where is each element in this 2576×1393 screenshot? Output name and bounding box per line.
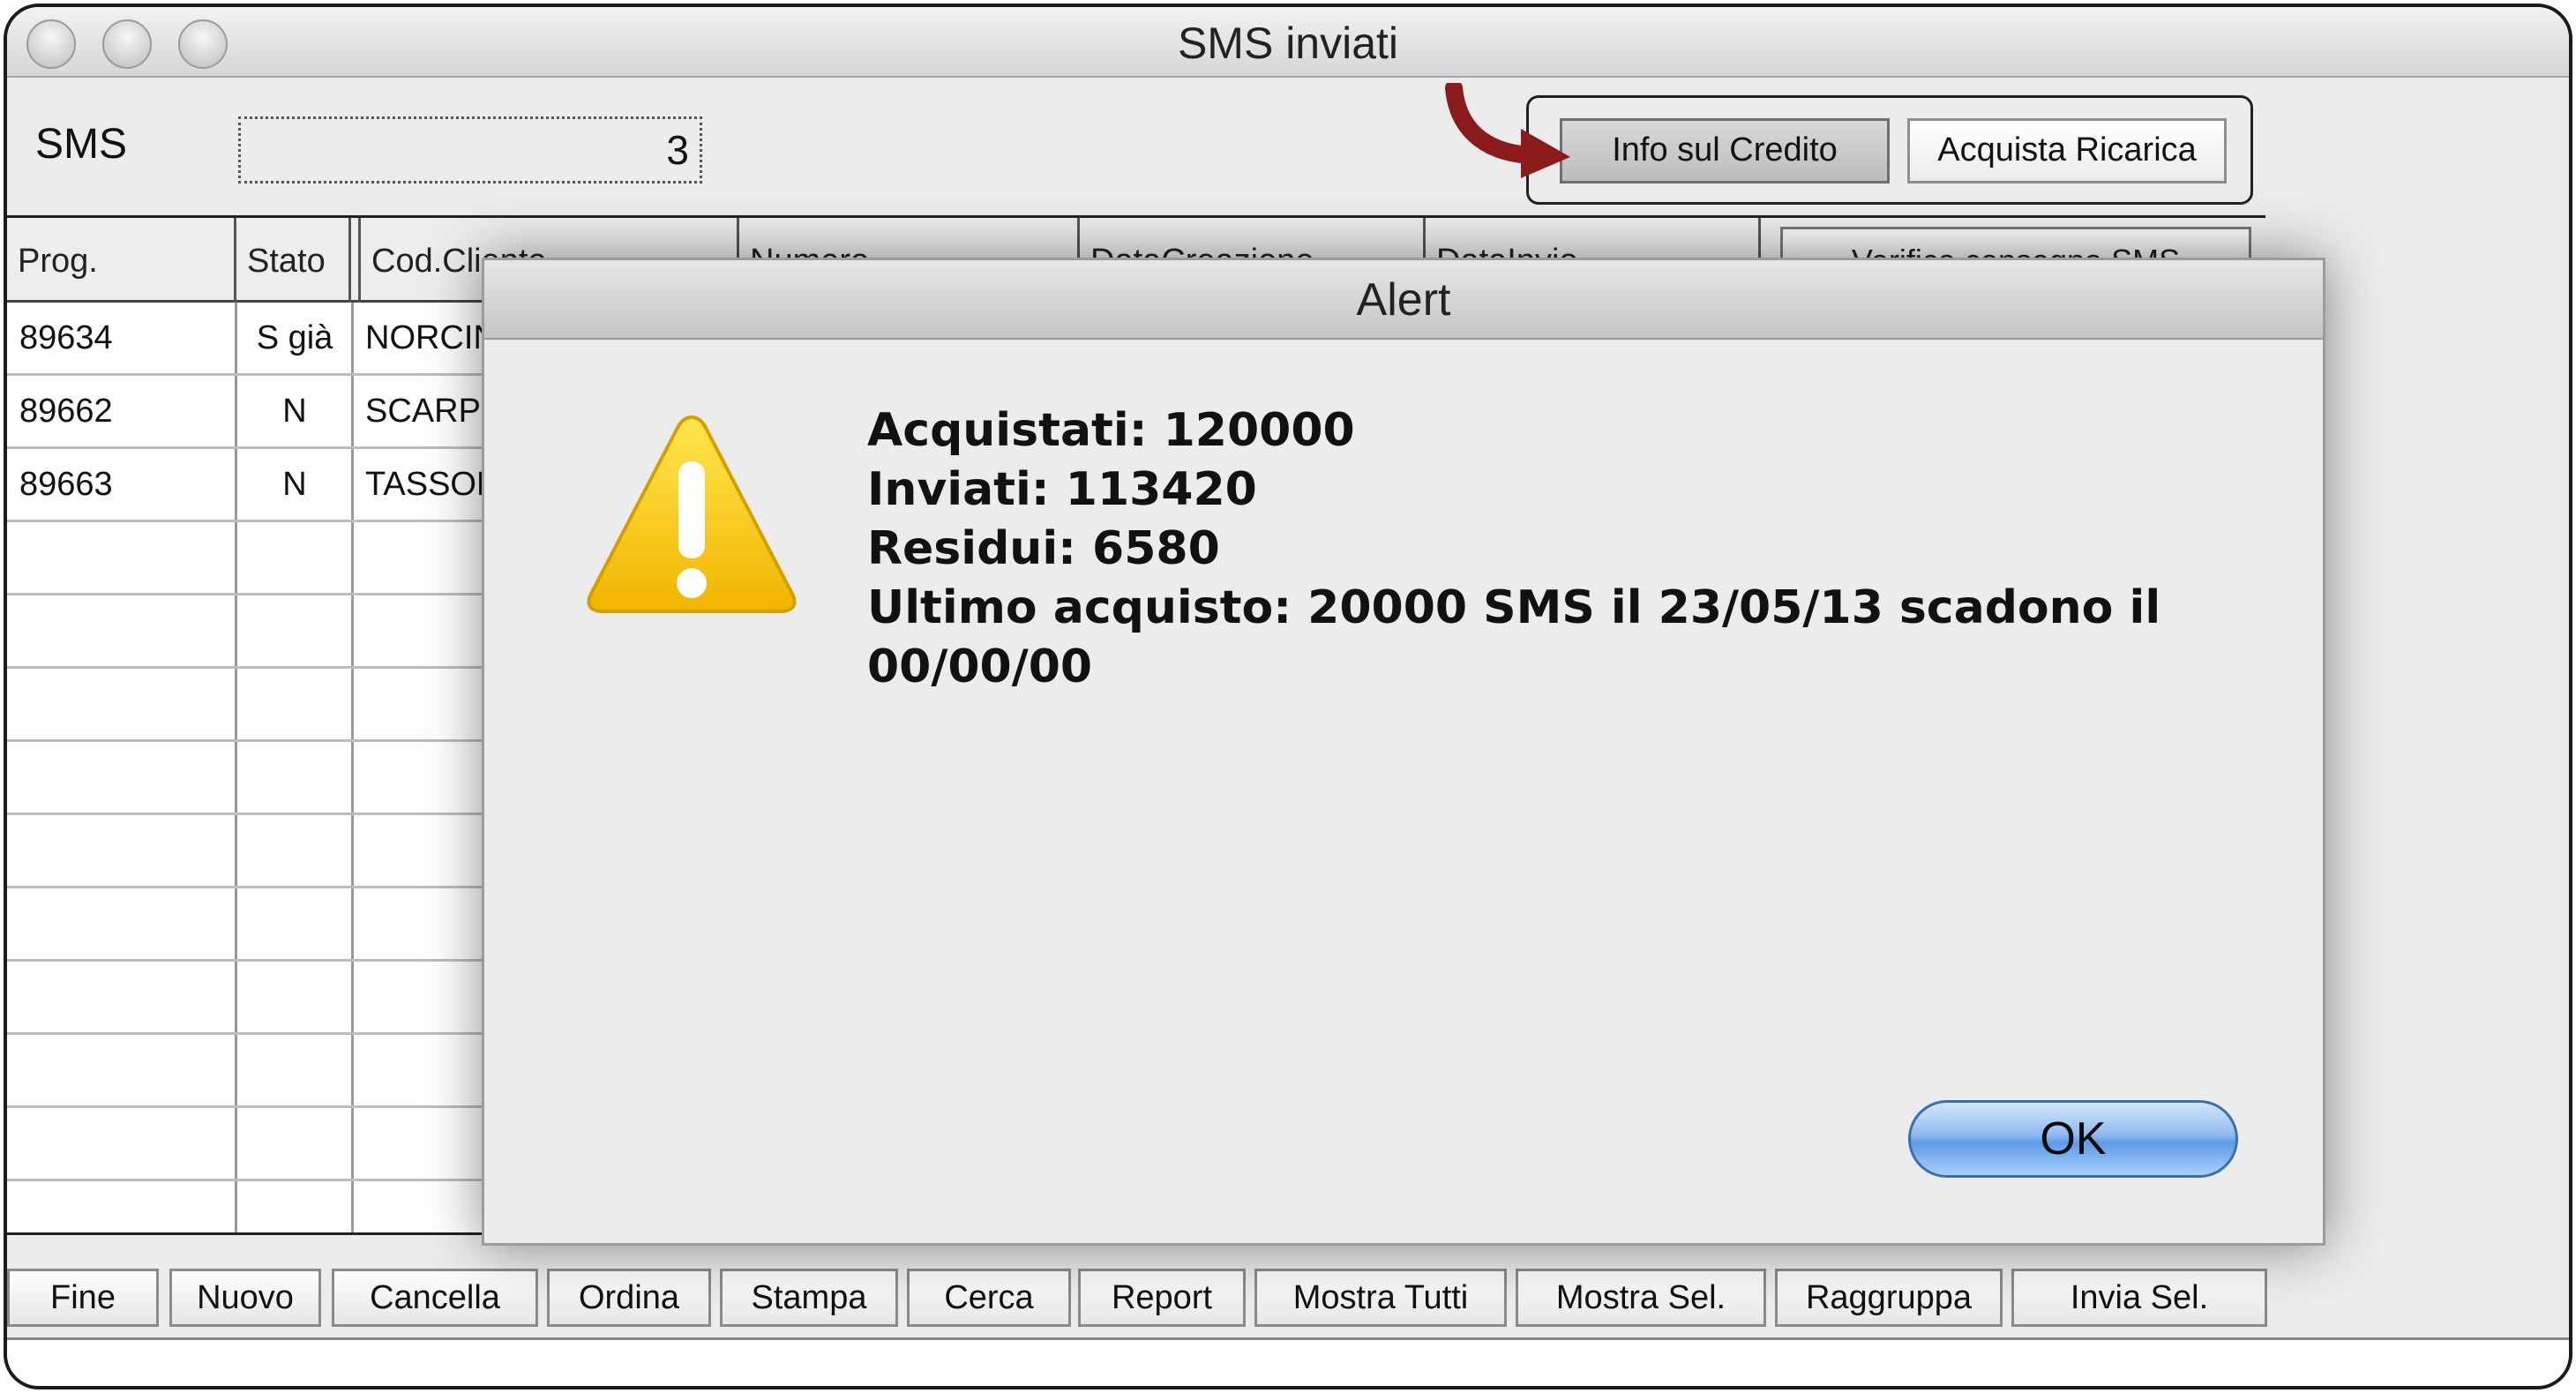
- cerca-button[interactable]: Cerca: [907, 1269, 1071, 1327]
- cell-stato: N: [282, 393, 307, 430]
- cell-stato: S già: [256, 319, 333, 356]
- scadenza-line: 00/00/00: [867, 640, 1093, 693]
- nuovo-button[interactable]: Nuovo: [169, 1269, 321, 1327]
- column-header-stato[interactable]: Stato: [236, 218, 351, 303]
- red-arrow-icon: [1445, 83, 1570, 178]
- residui-line: Residui: 6580: [867, 522, 1220, 575]
- cell-stato: N: [282, 466, 307, 503]
- sms-count-field[interactable]: 3: [238, 116, 702, 183]
- alert-title: Alert: [484, 260, 2323, 340]
- acquistati-line: Acquistati: 120000: [867, 404, 1355, 457]
- cell-prog: 89662: [19, 393, 113, 430]
- window-title: SMS inviati: [1177, 19, 1399, 68]
- alert-message: Acquistati: 120000 Inviati: 113420 Resid…: [867, 401, 2279, 697]
- raggruppa-button[interactable]: Raggruppa: [1775, 1269, 2003, 1327]
- sms-inviati-window: SMS inviati SMS 3 Info sul Credito Acqui…: [4, 4, 2572, 1389]
- ordina-button[interactable]: Ordina: [547, 1269, 711, 1327]
- report-button[interactable]: Report: [1078, 1269, 1246, 1327]
- sms-label: SMS: [35, 121, 128, 168]
- fine-button[interactable]: Fine: [7, 1269, 159, 1327]
- ultimo-acquisto-line: Ultimo acquisto: 20000 SMS il 23/05/13 s…: [867, 581, 2161, 634]
- invia-sel-button[interactable]: Invia Sel.: [2011, 1269, 2267, 1327]
- cancella-button[interactable]: Cancella: [332, 1269, 538, 1327]
- title-bar: SMS inviati: [7, 7, 2569, 78]
- acquista-ricarica-button[interactable]: Acquista Ricarica: [1907, 118, 2227, 183]
- info-credito-button[interactable]: Info sul Credito: [1560, 118, 1890, 183]
- cell-prog: 89663: [19, 466, 113, 503]
- column-header-prog[interactable]: Prog.: [7, 218, 236, 303]
- alert-dialog: Alert Acquistati: 120000 Inviati: 113420…: [482, 258, 2325, 1246]
- mostra-tutti-button[interactable]: Mostra Tutti: [1254, 1269, 1507, 1327]
- mostra-sel-button[interactable]: Mostra Sel.: [1516, 1269, 1766, 1327]
- status-strip: [7, 1337, 2569, 1386]
- ok-button[interactable]: OK: [1908, 1100, 2238, 1178]
- cell-prog: 89634: [19, 319, 113, 356]
- footer-toolbar: Fine Nuovo Cancella Ordina Stampa Cerca …: [7, 1240, 2569, 1337]
- inviati-line: Inviati: 113420: [867, 463, 1257, 516]
- warning-icon: [587, 415, 797, 613]
- stampa-button[interactable]: Stampa: [720, 1269, 898, 1327]
